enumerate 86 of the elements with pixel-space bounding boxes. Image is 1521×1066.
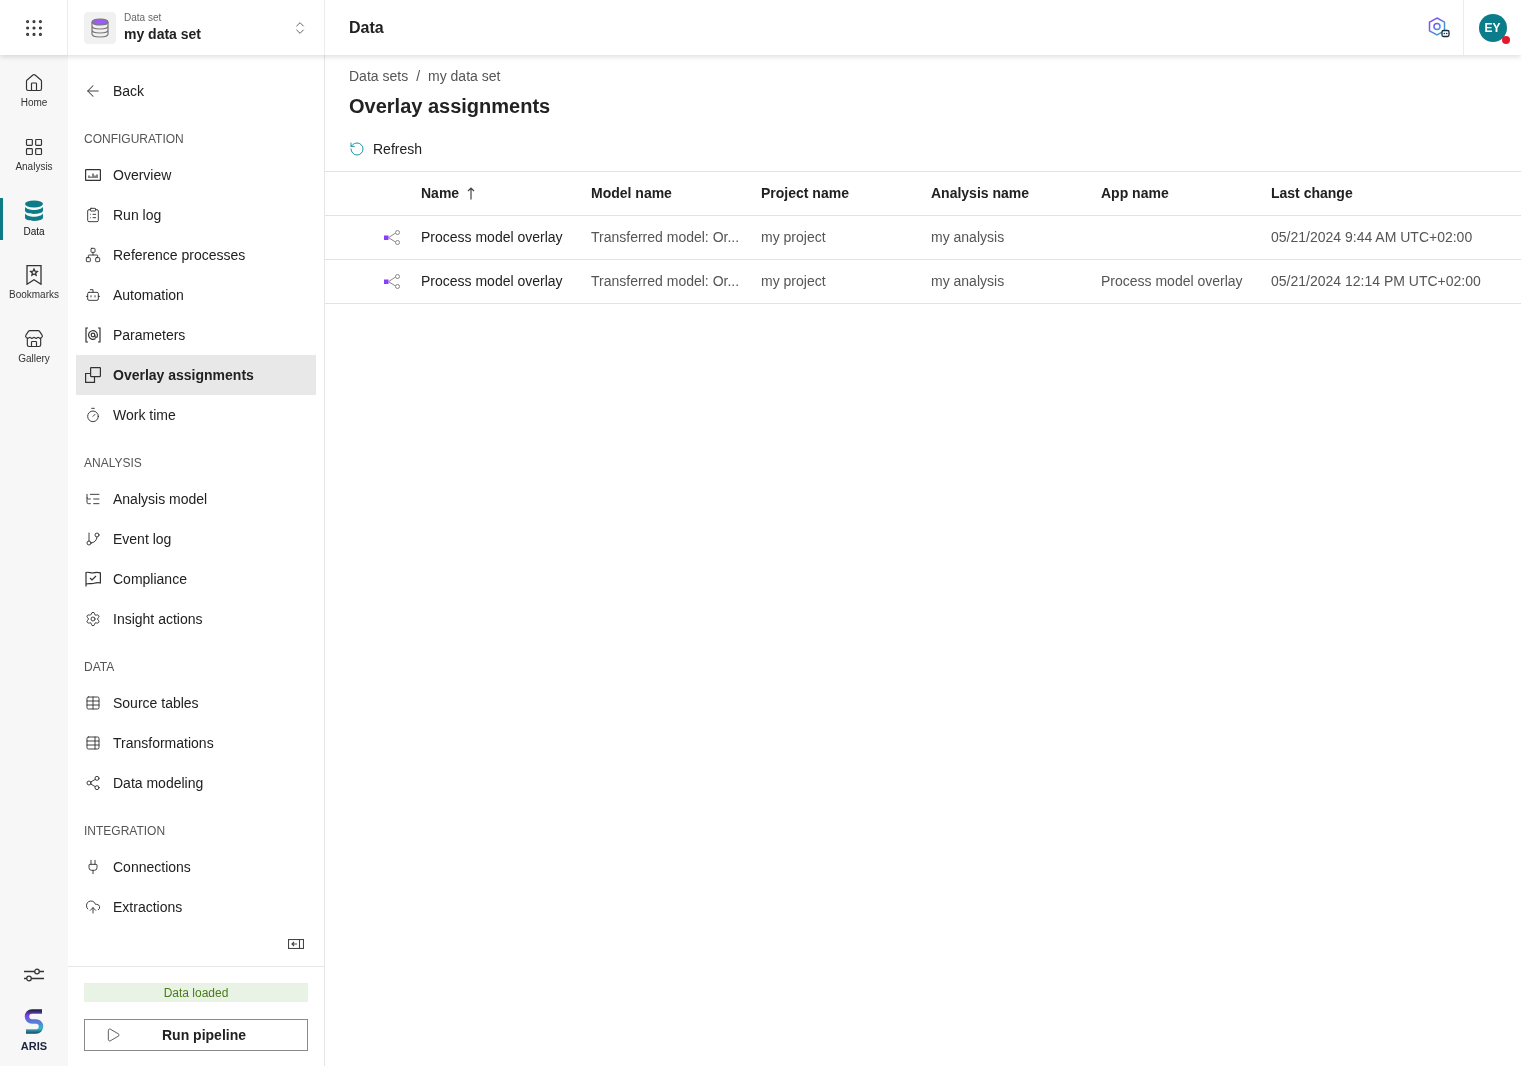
column-header[interactable]: Name [421, 183, 460, 204]
rail-item[interactable]: Gallery [0, 326, 68, 368]
table-cell-text: Process model overlay [421, 272, 563, 291]
share-nodes-icon [85, 775, 101, 791]
sidebar-item[interactable]: Insight actions [76, 599, 316, 639]
table-cell-text: my analysis [931, 228, 1005, 247]
sidebar-item[interactable]: Reference processes [76, 235, 316, 275]
sidebar-item[interactable]: Run log [76, 195, 316, 235]
table-cell-text: my project [761, 272, 826, 291]
table-cell-text: 05/21/2024 9:44 AM UTC+02:00 [1271, 228, 1473, 247]
column-header[interactable]: Analysis name [931, 183, 1030, 204]
node-graph-icon [384, 230, 401, 245]
play-icon [105, 1027, 121, 1043]
sidebar-item[interactable]: Connections [76, 847, 316, 887]
bookmark-icon [26, 265, 42, 285]
at-sign-icon [85, 327, 101, 343]
sidebar-item[interactable]: Source tables [76, 683, 316, 723]
cloud-upload-icon [85, 899, 101, 915]
column-header[interactable]: Project name [761, 183, 849, 204]
sidebar-item[interactable]: Extractions [76, 887, 316, 927]
breadcrumb-separator: / [416, 67, 421, 86]
gear-icon [85, 611, 101, 627]
sidebar-item[interactable]: Automation [76, 275, 316, 315]
section-heading: INTEGRATION [83, 823, 167, 840]
breadcrumb-link[interactable]: Data sets [349, 66, 409, 86]
table-cell-text: Process model overlay [1101, 272, 1243, 291]
database-icon [24, 200, 44, 222]
column-header[interactable]: Model name [591, 183, 672, 204]
sidebar-item[interactable]: Work time [76, 395, 316, 435]
sidebar-item[interactable]: Overview [76, 155, 316, 195]
stopwatch-icon [85, 407, 101, 423]
table-cell-text: my project [761, 228, 826, 247]
breadcrumb-current: my data set [428, 67, 501, 86]
section-heading: DATA [83, 659, 116, 676]
page-title: Overlay assignments [349, 94, 552, 119]
run-pipeline-button[interactable]: Run pipeline [84, 1019, 308, 1051]
sidebar-item[interactable]: Parameters [76, 315, 316, 355]
sidebar-item[interactable]: Transformations [76, 723, 316, 763]
table-cell-text: Transferred model: Or... [591, 272, 740, 291]
sidebar-item[interactable]: Overlay assignments [76, 355, 316, 395]
branch-icon [85, 531, 101, 547]
store-icon [24, 329, 44, 349]
panel-collapse-icon[interactable] [288, 939, 304, 949]
grid-icon [24, 137, 44, 157]
node-graph-icon [384, 274, 401, 289]
plug-icon [85, 859, 101, 875]
rail-item[interactable]: Home [0, 70, 68, 112]
rail-item[interactable]: Bookmarks [0, 262, 68, 304]
dataset-name: my data set [124, 24, 202, 44]
refresh-button[interactable]: Refresh [349, 133, 423, 165]
table-icon [85, 695, 101, 711]
column-header[interactable]: Last change [1271, 183, 1353, 204]
dataset-selector[interactable]: Data set my data set [68, 0, 325, 55]
column-header[interactable]: App name [1101, 183, 1169, 204]
table-icon [85, 735, 101, 751]
status-badge: Data loaded [84, 983, 308, 1002]
bar-chart-icon [85, 169, 101, 181]
sidebar-item[interactable]: Data modeling [76, 763, 316, 803]
table-cell-text: 05/21/2024 12:14 PM UTC+02:00 [1271, 272, 1481, 291]
list-tree-icon [85, 491, 101, 507]
overlapping-squares-icon [85, 367, 101, 383]
sidebar-item[interactable]: Analysis model [76, 479, 316, 519]
dataset-label: Data set [124, 11, 163, 24]
avatar[interactable]: EY [1478, 13, 1507, 42]
section-heading: CONFIGURATION [83, 131, 185, 148]
database-icon [84, 11, 116, 44]
home-icon [24, 73, 44, 93]
sidebar-item[interactable]: Event log [76, 519, 316, 559]
table-cell-text: Process model overlay [421, 228, 563, 247]
refresh-icon [349, 141, 365, 157]
hierarchy-icon [85, 247, 101, 263]
table-cell-text: Transferred model: Or... [591, 228, 740, 247]
clipboard-icon [85, 207, 101, 223]
hexagon-robot-icon[interactable] [1428, 17, 1450, 38]
back-button[interactable]: Back [76, 71, 316, 111]
sliders-icon[interactable] [24, 968, 44, 982]
page-header-title: Data [348, 17, 384, 38]
logo-icon [24, 1009, 44, 1036]
logo-text: ARIS [20, 1040, 48, 1052]
sidebar-item[interactable]: Compliance [76, 559, 316, 599]
rail-item[interactable]: Analysis [0, 134, 68, 176]
table-cell-text: my analysis [931, 272, 1005, 291]
robot-icon [85, 287, 101, 303]
section-heading: ANALYSIS [83, 455, 143, 472]
rail-item[interactable]: Data [0, 198, 68, 240]
flag-check-icon [85, 571, 101, 587]
